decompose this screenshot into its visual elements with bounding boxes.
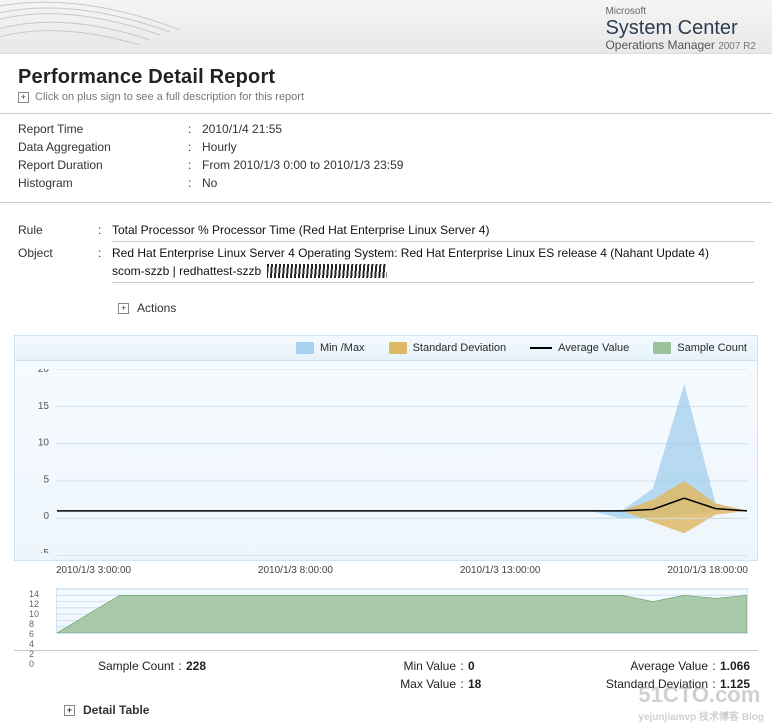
svg-text:20: 20 bbox=[38, 369, 50, 375]
avg-value-label: Average Value bbox=[588, 659, 708, 673]
colon-sep: : bbox=[188, 122, 202, 136]
report-duration-label: Report Duration bbox=[18, 158, 188, 172]
rule-value: Total Processor % Processor Time (Red Ha… bbox=[112, 223, 754, 242]
histogram-label: Histogram bbox=[18, 176, 188, 190]
object-value-line1: Red Hat Enterprise Linux Server 4 Operat… bbox=[112, 246, 754, 260]
sample-count-svg bbox=[57, 589, 747, 633]
mini-y-labels: 14121086420 bbox=[29, 589, 39, 633]
svg-text:-5: -5 bbox=[40, 548, 49, 553]
page-title: Performance Detail Report bbox=[18, 66, 754, 89]
report-duration-value: From 2010/1/3 0:00 to 2010/1/3 23:59 bbox=[202, 158, 403, 172]
svg-text:15: 15 bbox=[38, 401, 50, 412]
main-chart-svg bbox=[57, 369, 747, 556]
x-tick: 2010/1/3 3:00:00 bbox=[56, 565, 131, 576]
legend-minmax: Min /Max bbox=[320, 342, 365, 354]
object-value-line2: scom-szzb | redhattest-szzb bbox=[112, 264, 261, 278]
x-axis-ticks: 2010/1/3 3:00:00 2010/1/3 8:00:00 2010/1/3… bbox=[14, 561, 758, 580]
brand-title: System Center bbox=[605, 17, 756, 39]
rule-label: Rule bbox=[18, 223, 98, 242]
legend-std: Standard Deviation bbox=[413, 342, 507, 354]
brand-ms: Microsoft bbox=[605, 6, 756, 17]
detail-table-label: Detail Table bbox=[83, 703, 149, 717]
avg-value: 1.066 bbox=[720, 659, 772, 673]
detail-table-row: + Detail Table bbox=[0, 697, 772, 727]
legend-swatch-count bbox=[653, 342, 671, 354]
expand-description-button[interactable]: + bbox=[18, 92, 29, 103]
std-value: 1.125 bbox=[720, 677, 772, 691]
legend-swatch-std bbox=[389, 342, 407, 354]
header-swirl-graphic bbox=[0, 0, 230, 54]
sample-count-value: 228 bbox=[186, 659, 246, 673]
expand-detail-table-button[interactable]: + bbox=[64, 705, 75, 716]
sample-count-chart: 14121086420 bbox=[56, 588, 748, 634]
max-value-label: Max Value bbox=[366, 677, 456, 691]
min-value-label: Min Value bbox=[366, 659, 456, 673]
redacted-hostname bbox=[267, 264, 387, 278]
main-chart: -5 0 5 10 15 20 bbox=[14, 361, 758, 561]
legend-avg: Average Value bbox=[558, 342, 629, 354]
sample-count-label: Sample Count bbox=[64, 659, 174, 673]
chart-section: Min /Max Standard Deviation Average Valu… bbox=[0, 335, 772, 634]
y-axis-labels: -5 0 5 10 15 20 bbox=[15, 369, 55, 553]
data-aggregation-label: Data Aggregation bbox=[18, 140, 188, 154]
actions-label: Actions bbox=[137, 301, 176, 315]
chart-legend: Min /Max Standard Deviation Average Valu… bbox=[14, 335, 758, 361]
report-title-row: Performance Detail Report + Click on plu… bbox=[0, 54, 772, 114]
histogram-value: No bbox=[202, 176, 217, 190]
legend-count: Sample Count bbox=[677, 342, 747, 354]
report-metadata: Report Time : 2010/1/4 21:55 Data Aggreg… bbox=[0, 114, 772, 203]
report-time-label: Report Time bbox=[18, 122, 188, 136]
svg-text:5: 5 bbox=[43, 474, 49, 485]
svg-text:10: 10 bbox=[38, 438, 50, 449]
legend-line-avg bbox=[530, 347, 552, 349]
summary-block: Sample Count : 228 Min Value : 0 Average… bbox=[0, 651, 772, 697]
object-label: Object bbox=[18, 246, 98, 287]
min-value: 0 bbox=[468, 659, 518, 673]
std-label: Standard Deviation bbox=[588, 677, 708, 691]
expand-actions-button[interactable]: + bbox=[118, 303, 129, 314]
svg-text:0: 0 bbox=[43, 511, 49, 522]
legend-swatch-minmax bbox=[296, 342, 314, 354]
brand-block: Microsoft System Center Operations Manag… bbox=[605, 6, 756, 52]
data-aggregation-value: Hourly bbox=[202, 140, 237, 154]
description-hint: Click on plus sign to see a full descrip… bbox=[35, 91, 304, 103]
rule-object-block: Rule : Total Processor % Processor Time … bbox=[0, 203, 772, 335]
header-banner: Microsoft System Center Operations Manag… bbox=[0, 0, 772, 54]
x-tick: 2010/1/3 13:00:00 bbox=[460, 565, 541, 576]
brand-subtitle: Operations Manager bbox=[605, 38, 714, 52]
brand-version: 2007 R2 bbox=[718, 41, 756, 52]
max-value: 18 bbox=[468, 677, 518, 691]
x-tick: 2010/1/3 8:00:00 bbox=[258, 565, 333, 576]
report-time-value: 2010/1/4 21:55 bbox=[202, 122, 282, 136]
x-tick: 2010/1/3 18:00:00 bbox=[667, 565, 748, 576]
